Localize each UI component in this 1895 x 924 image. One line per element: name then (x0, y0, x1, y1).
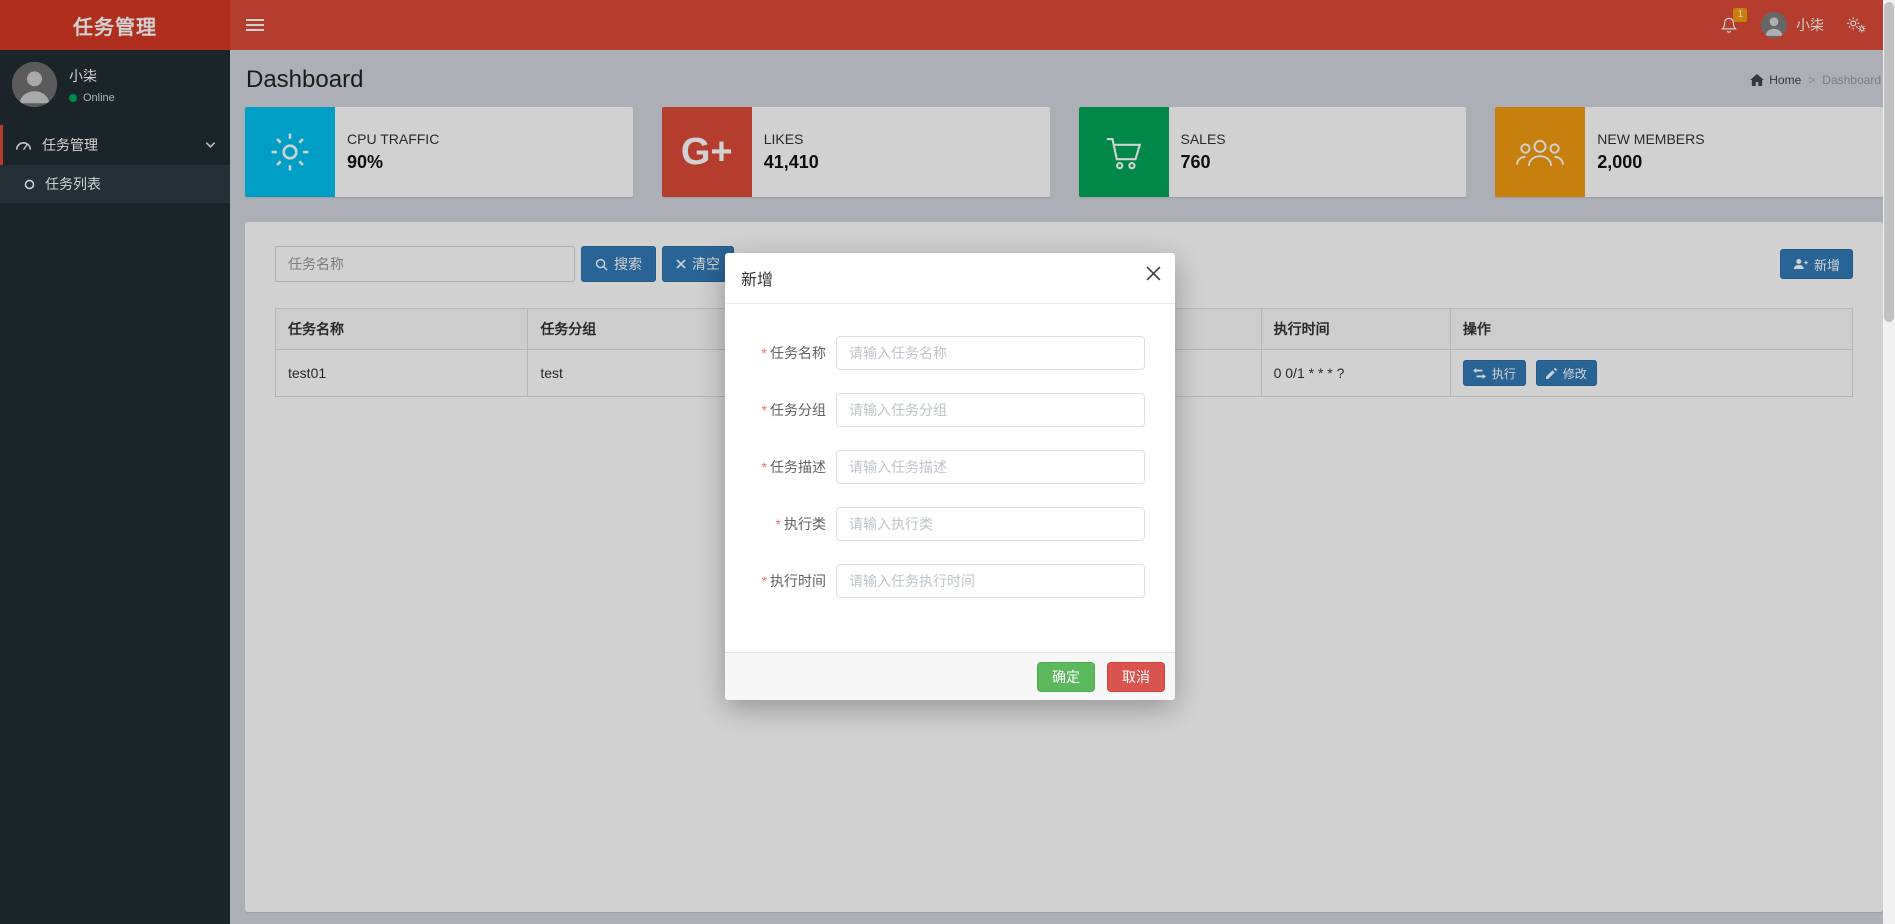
confirm-button[interactable]: 确定 (1037, 662, 1095, 692)
required-asterisk: * (762, 345, 767, 361)
modal-body: *任务名称 *任务分组 *任务描述 *执行类 *执行时间 (725, 304, 1175, 652)
modal-title: 新增 (741, 272, 773, 289)
exec-time-input[interactable] (836, 564, 1145, 598)
field-exec-class: *执行类 (725, 507, 1175, 541)
field-label: *执行类 (776, 514, 826, 534)
required-asterisk: * (762, 459, 767, 475)
modal-header: 新增 (725, 253, 1175, 304)
field-label: *任务名称 (762, 343, 826, 363)
modal-footer: 确定 取消 (725, 652, 1175, 700)
task-desc-input[interactable] (836, 450, 1145, 484)
required-asterisk: * (762, 573, 767, 589)
field-label: *任务描述 (762, 457, 826, 477)
required-asterisk: * (762, 402, 767, 418)
close-icon[interactable] (1146, 266, 1161, 281)
field-task-group: *任务分组 (725, 393, 1175, 427)
exec-class-input[interactable] (836, 507, 1145, 541)
field-task-desc: *任务描述 (725, 450, 1175, 484)
scrollbar-thumb[interactable] (1884, 2, 1894, 322)
field-task-name: *任务名称 (725, 336, 1175, 370)
task-name-input[interactable] (836, 336, 1145, 370)
task-group-input[interactable] (836, 393, 1145, 427)
field-label: *执行时间 (762, 571, 826, 591)
page-scrollbar[interactable] (1883, 0, 1895, 924)
field-exec-time: *执行时间 (725, 564, 1175, 598)
add-task-modal: 新增 *任务名称 *任务分组 *任务描述 *执行类 *执行时间 确定 取消 (725, 253, 1175, 700)
cancel-button[interactable]: 取消 (1107, 662, 1165, 692)
required-asterisk: * (776, 516, 781, 532)
field-label: *任务分组 (762, 400, 826, 420)
